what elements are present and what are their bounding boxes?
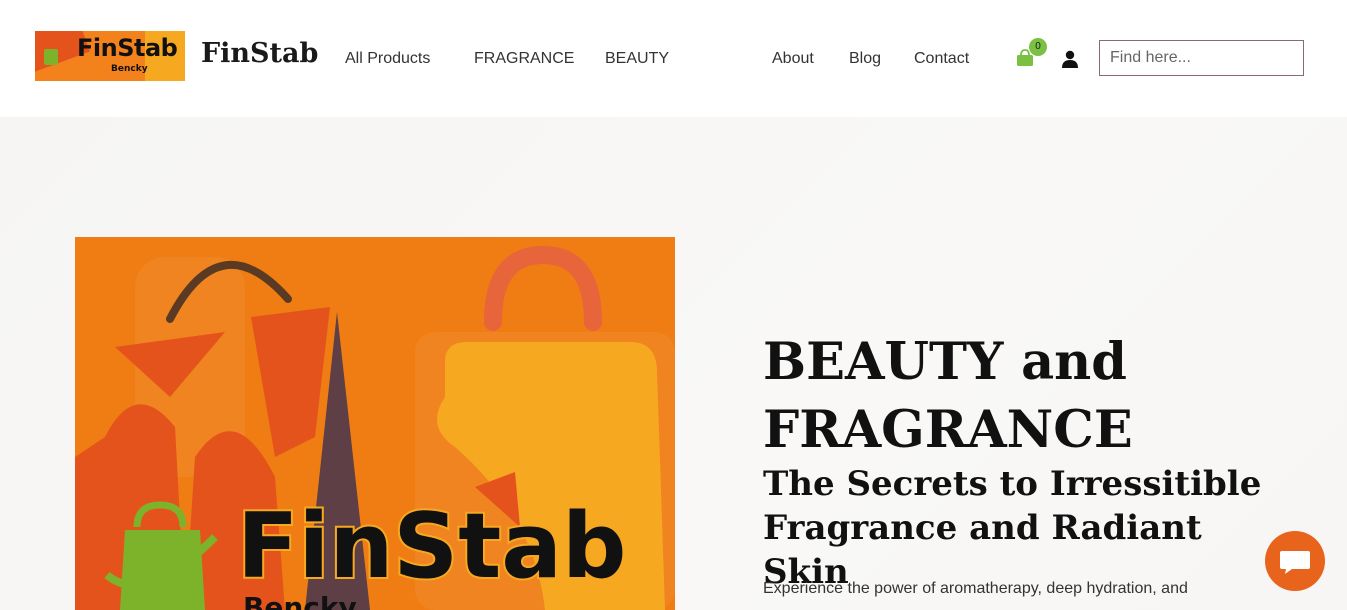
hero-image: FinStab Bencky: [75, 237, 675, 610]
user-icon[interactable]: [1060, 49, 1080, 69]
hero-image-brand-sub: Bencky: [243, 591, 357, 610]
logo-text: FinStab: [77, 34, 178, 62]
hero-title-line1: BEAUTY and: [763, 332, 1127, 392]
chat-bubble-icon: [1280, 551, 1310, 574]
logo-subtext: Bencky: [111, 64, 148, 74]
nav-blog[interactable]: Blog: [849, 50, 881, 68]
search-input[interactable]: [1099, 40, 1304, 76]
hero-image-brand-text: FinStab: [237, 494, 626, 599]
hero-title-line2: FRAGRANCE: [763, 400, 1133, 460]
nav-about[interactable]: About: [772, 50, 814, 68]
site-header: FinStab Bencky FinStab All Products FRAG…: [0, 0, 1347, 117]
nav-beauty[interactable]: BEAUTY: [605, 50, 669, 68]
hero-subtitle-line1: The Secrets to Irressitible: [763, 464, 1262, 504]
hero-description: Experience the power of aromatherapy, de…: [763, 580, 1188, 597]
nav-all-products[interactable]: All Products: [345, 50, 430, 68]
hero-title: BEAUTY and FRAGRANCE: [763, 328, 1223, 464]
nav-contact[interactable]: Contact: [914, 50, 969, 68]
nav-fragrance[interactable]: FRAGRANCE: [474, 50, 574, 68]
chat-button[interactable]: [1265, 531, 1325, 591]
hero-subtitle: The Secrets to Irressitible Fragrance an…: [763, 462, 1283, 594]
site-logo[interactable]: FinStab Bencky: [35, 31, 185, 81]
site-title[interactable]: FinStab: [201, 38, 318, 69]
logo-bag-icon: [44, 49, 58, 65]
cart-count-badge: 0: [1029, 38, 1047, 56]
